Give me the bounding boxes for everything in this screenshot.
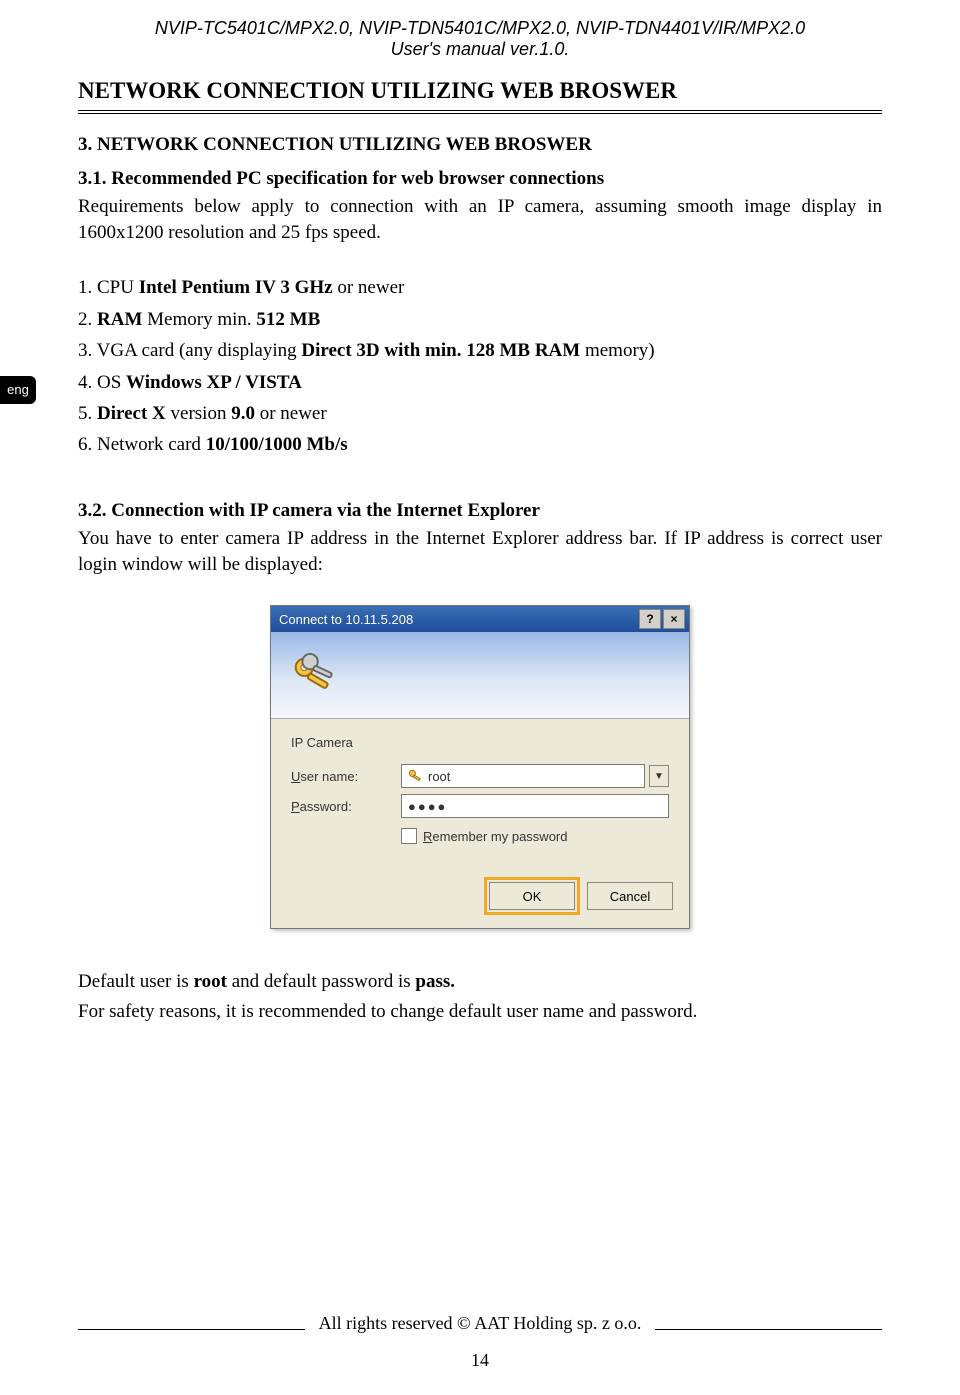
username-dropdown[interactable]: ▼: [649, 765, 669, 787]
username-label: User name:: [291, 769, 401, 784]
lang-tab: eng: [0, 376, 36, 404]
close-button[interactable]: ×: [663, 609, 685, 629]
footer-rights: All rights reserved © AAT Holding sp. z …: [319, 1313, 642, 1334]
t: Default user is: [78, 971, 194, 992]
para-s3-1: Requirements below apply to connection w…: [78, 194, 882, 245]
t: 512 MB: [256, 309, 320, 330]
section-title: NETWORK CONNECTION UTILIZING WEB BROSWER: [78, 78, 882, 104]
default-credentials: Default user is root and default passwor…: [78, 969, 882, 995]
password-value: ●●●●: [408, 799, 447, 814]
password-label: Password:: [291, 799, 401, 814]
spec-item-6: 6. Network card 10/100/1000 Mb/s: [78, 430, 882, 459]
t: R: [423, 829, 432, 844]
footer: All rights reserved © AAT Holding sp. z …: [0, 1309, 960, 1371]
t: RAM: [97, 309, 142, 330]
t: version: [166, 403, 231, 424]
cancel-button[interactable]: Cancel: [587, 882, 673, 910]
t: 2.: [78, 309, 97, 330]
page-number: 14: [0, 1350, 960, 1371]
t: Intel Pentium IV 3 GHz: [139, 277, 333, 298]
doc-header-models: NVIP-TC5401C/MPX2.0, NVIP-TDN5401C/MPX2.…: [78, 18, 882, 39]
heading-s3-1: 3.1. Recommended PC specification for we…: [78, 168, 882, 190]
t: 4. OS: [78, 372, 126, 393]
dialog-realm: IP Camera: [291, 735, 669, 750]
t: 10/100/1000 Mb/s: [206, 434, 348, 455]
key-icon: [408, 769, 422, 783]
login-dialog: Connect to 10.11.5.208 ? × IP Camera: [270, 605, 690, 929]
rule-double: [78, 110, 882, 114]
dialog-titlebar[interactable]: Connect to 10.11.5.208 ? ×: [271, 606, 689, 632]
remember-checkbox[interactable]: [401, 828, 417, 844]
footer-rule-right: [655, 1329, 882, 1330]
dialog-title: Connect to 10.11.5.208: [279, 612, 413, 627]
safety-note: For safety reasons, it is recommended to…: [78, 999, 882, 1025]
para-s3-2: You have to enter camera IP address in t…: [78, 526, 882, 577]
spec-item-5: 5. Direct X version 9.0 or newer: [78, 399, 882, 428]
spec-item-4: 4. OS Windows XP / VISTA: [78, 368, 882, 397]
heading-s3: 3. NETWORK CONNECTION UTILIZING WEB BROS…: [78, 134, 882, 156]
remember-label: Remember my password: [423, 829, 568, 844]
t: 6. Network card: [78, 434, 206, 455]
t: memory): [580, 340, 654, 361]
t: ser name:: [300, 769, 358, 784]
dialog-banner: [271, 632, 689, 719]
t: emember my password: [432, 829, 567, 844]
password-input[interactable]: ●●●●: [401, 794, 669, 818]
spec-item-2: 2. RAM Memory min. 512 MB: [78, 305, 882, 334]
t: Direct 3D with min. 128 MB RAM: [301, 340, 580, 361]
t: 1. CPU: [78, 277, 139, 298]
username-input[interactable]: root: [401, 764, 645, 788]
t: or newer: [255, 403, 327, 424]
t: U: [291, 769, 300, 784]
spec-item-1: 1. CPU Intel Pentium IV 3 GHz or newer: [78, 273, 882, 302]
spec-item-3: 3. VGA card (any displaying Direct 3D wi…: [78, 336, 882, 365]
doc-header-version: User's manual ver.1.0.: [78, 39, 882, 60]
t: 9.0: [231, 403, 255, 424]
ok-button[interactable]: OK: [489, 882, 575, 910]
t: assword:: [300, 799, 352, 814]
t: Windows XP / VISTA: [126, 372, 302, 393]
t: or newer: [333, 277, 405, 298]
keys-icon: [289, 652, 335, 698]
t: pass.: [415, 971, 455, 992]
t: 3. VGA card (any displaying: [78, 340, 301, 361]
spec-list: 1. CPU Intel Pentium IV 3 GHz or newer 2…: [78, 273, 882, 460]
heading-s3-2: 3.2. Connection with IP camera via the I…: [78, 500, 882, 522]
t: and default password is: [227, 971, 415, 992]
t: Direct X: [97, 403, 166, 424]
footer-rule-left: [78, 1329, 305, 1330]
t: P: [291, 799, 300, 814]
t: root: [194, 971, 227, 992]
t: 5.: [78, 403, 97, 424]
help-button[interactable]: ?: [639, 609, 661, 629]
username-value: root: [428, 769, 450, 784]
t: Memory min.: [142, 309, 256, 330]
